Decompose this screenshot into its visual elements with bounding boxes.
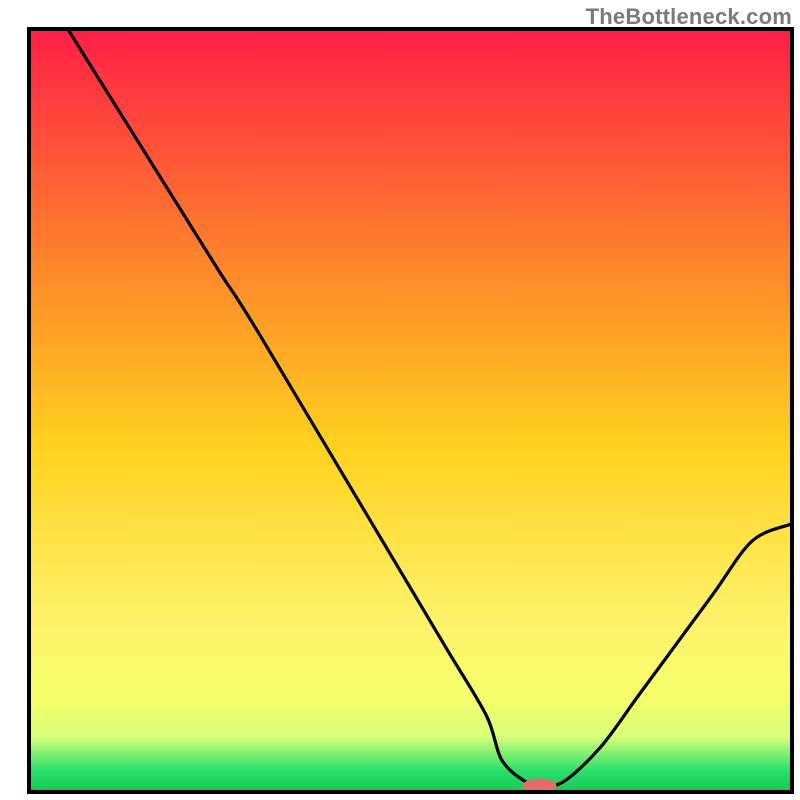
bottleneck-chart: TheBottleneck.com [0, 0, 800, 800]
chart-canvas [0, 0, 800, 800]
watermark-label: TheBottleneck.com [586, 4, 792, 30]
gradient-background [31, 31, 790, 790]
